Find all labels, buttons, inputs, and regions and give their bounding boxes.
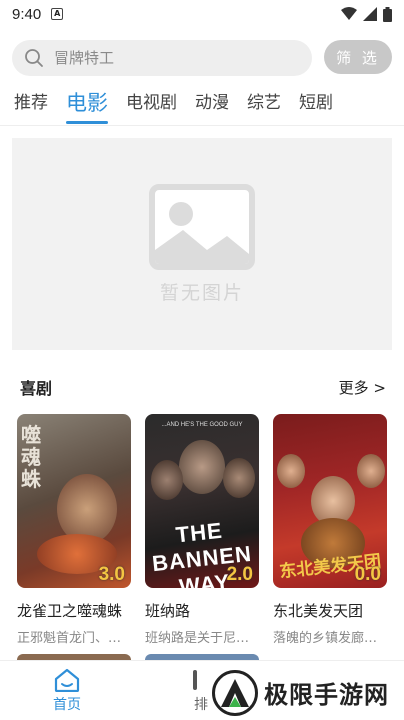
tab-short-drama[interactable]: 短剧 — [299, 86, 333, 126]
wifi-icon — [341, 7, 357, 20]
no-image-text: 暂无图片 — [159, 281, 244, 304]
movie-poster: 噬魂蛛 3.0 — [17, 414, 131, 588]
status-icons — [341, 6, 392, 22]
nav-home[interactable]: 首页 — [0, 661, 134, 720]
rating-badge: 0.0 — [354, 564, 381, 585]
watermark-logo-icon — [212, 669, 258, 716]
movie-description: 班纳路是关于尼… — [145, 631, 250, 646]
watermark-text: 极限手游网 — [264, 680, 389, 709]
home-icon — [54, 668, 80, 692]
tab-anime[interactable]: 动漫 — [195, 86, 229, 126]
rating-badge: 2.0 — [226, 564, 253, 585]
section-header: 喜剧 更多 > — [20, 375, 386, 399]
tab-tv-series[interactable]: 电视剧 — [126, 86, 177, 126]
banner[interactable]: 暂无图片 — [12, 138, 392, 350]
section-title: 喜剧 — [20, 379, 53, 398]
movie-title: 班纳路 — [145, 602, 191, 620]
search-row: 筛 选 — [12, 40, 392, 76]
search-bar[interactable] — [12, 40, 312, 76]
ranking-icon — [193, 669, 197, 690]
status-bar: 9:40 A — [0, 0, 404, 28]
movie-card[interactable]: 噬魂蛛 3.0 龙雀卫之噬魂蛛 正邪魁首龙门、… — [17, 414, 131, 646]
more-link[interactable]: 更多 > — [339, 377, 386, 398]
signal-icon — [363, 7, 377, 21]
movie-description: 落魄的乡镇发廊… — [273, 631, 378, 646]
movie-description: 正邪魁首龙门、… — [17, 631, 122, 646]
search-icon — [25, 49, 43, 67]
nav-ranking-label: 排 — [194, 696, 208, 713]
search-input[interactable] — [54, 49, 274, 67]
image-placeholder-icon — [149, 183, 255, 270]
movie-list: 噬魂蛛 3.0 龙雀卫之噬魂蛛 正邪魁首龙门、… ...AND HE'S THE… — [17, 414, 389, 646]
movie-title: 龙雀卫之噬魂蛛 — [17, 602, 123, 620]
category-tabs: 推荐 电影 电视剧 动漫 综艺 短剧 — [0, 86, 404, 126]
nav-home-label: 首页 — [53, 696, 81, 713]
poster-title-text: 噬魂蛛 — [21, 423, 41, 491]
tab-movie[interactable]: 电影 — [66, 86, 108, 126]
notification-icon: A — [51, 8, 64, 20]
movie-card[interactable]: 东北美发天团 0.0 东北美发天团 落魄的乡镇发廊… — [273, 414, 387, 646]
rating-badge: 3.0 — [98, 564, 125, 585]
movie-poster: 东北美发天团 0.0 — [273, 414, 387, 588]
tab-variety[interactable]: 综艺 — [247, 86, 281, 126]
status-time: 9:40 — [12, 5, 42, 23]
poster-tagline-text: ...AND HE'S THE GOOD GUY — [161, 422, 243, 428]
movie-title: 东北美发天团 — [273, 602, 364, 620]
watermark: 极限手游网 — [212, 665, 404, 720]
movie-poster: ...AND HE'S THE GOOD GUY THE BANNEN WAY … — [145, 414, 259, 588]
movie-card[interactable]: ...AND HE'S THE GOOD GUY THE BANNEN WAY … — [145, 414, 259, 646]
tab-recommend[interactable]: 推荐 — [14, 86, 48, 126]
battery-icon — [383, 6, 392, 22]
filter-button[interactable]: 筛 选 — [324, 40, 392, 74]
